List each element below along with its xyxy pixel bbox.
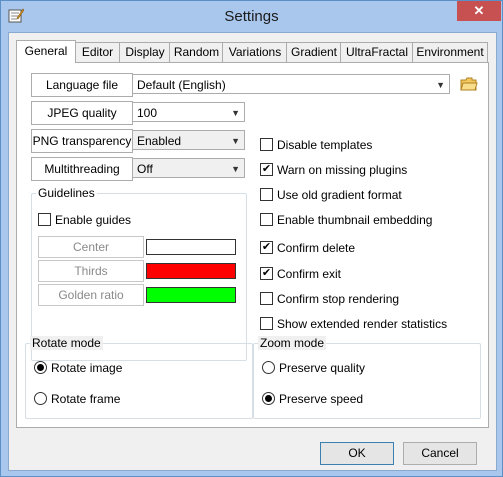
rotate-mode-title: Rotate mode [30,336,103,350]
window-title: Settings [224,8,279,25]
golden-ratio-color-label: Golden ratio [38,284,144,306]
tab-general[interactable]: General [16,40,76,63]
zoom-mode-group: Zoom mode Preserve quality Preserve spee… [253,336,481,419]
preserve-quality-radio[interactable]: Preserve quality [262,360,365,376]
settings-window: Settings ✕ General Editor Display Random… [0,0,503,477]
tab-ultrafractal[interactable]: UltraFractal [340,42,414,62]
preserve-speed-label: Preserve speed [279,392,364,406]
png-transparency-value: Enabled [137,134,182,148]
extended-render-stats-label: Show extended render statistics [277,317,448,331]
extended-render-stats-checkbox[interactable]: Show extended render statistics [260,316,447,332]
close-button[interactable]: ✕ [457,1,501,21]
preserve-speed-radio[interactable]: Preserve speed [262,391,363,407]
ok-button[interactable]: OK [320,442,394,465]
checkbox-box [260,188,273,202]
warn-missing-plugins-label: Warn on missing plugins [277,163,408,177]
thirds-color-swatch[interactable] [146,263,236,279]
golden-ratio-color-swatch[interactable] [146,287,236,303]
jpeg-quality-label: JPEG quality [31,101,133,125]
checkbox-box [260,292,273,306]
radio-dot [34,392,47,406]
confirm-stop-rendering-checkbox[interactable]: Confirm stop rendering [260,291,399,307]
checkbox-box [38,213,51,227]
chevron-down-icon: ▼ [436,80,445,90]
check-icon: ✔ [260,163,273,177]
rotate-mode-group: Rotate mode Rotate image Rotate frame [25,336,253,419]
rotate-frame-label: Rotate frame [51,392,121,406]
warn-missing-plugins-checkbox[interactable]: ✔ Warn on missing plugins [260,162,407,178]
zoom-mode-title: Zoom mode [258,336,327,350]
multithreading-select[interactable]: Off ▼ [132,158,245,178]
tab-random[interactable]: Random [169,42,224,62]
old-gradient-format-checkbox[interactable]: Use old gradient format [260,187,402,203]
multithreading-value: Off [137,162,153,176]
chevron-down-icon: ▼ [231,108,240,118]
radio-dot [262,361,275,375]
preserve-quality-label: Preserve quality [279,361,366,375]
jpeg-quality-select[interactable]: 100 ▼ [132,102,245,122]
center-color-label: Center [38,236,144,258]
tab-gradient[interactable]: Gradient [286,42,342,62]
png-transparency-label: PNG transparency [31,129,133,153]
rotate-image-radio[interactable]: Rotate image [34,360,122,376]
chevron-down-icon: ▼ [231,164,240,174]
center-color-swatch[interactable] [146,239,236,255]
confirm-delete-label: Confirm delete [277,241,356,255]
check-icon: ✔ [260,267,273,281]
language-value: Default (English) [137,78,226,92]
thumbnail-embedding-label: Enable thumbnail embedding [277,213,433,227]
tab-variations[interactable]: Variations [222,42,288,62]
tab-environment[interactable]: Environment [412,42,488,62]
old-gradient-format-label: Use old gradient format [277,188,402,202]
confirm-stop-rendering-label: Confirm stop rendering [277,292,400,306]
tab-display[interactable]: Display [119,42,171,62]
multithreading-label: Multithreading [31,157,133,181]
language-label: Language file [31,73,133,97]
png-transparency-select[interactable]: Enabled ▼ [132,130,245,150]
confirm-exit-checkbox[interactable]: ✔ Confirm exit [260,266,341,282]
thumbnail-embedding-checkbox[interactable]: Enable thumbnail embedding [260,212,432,228]
radio-dot [262,392,275,406]
enable-guides-checkbox[interactable]: Enable guides [38,212,131,228]
confirm-delete-checkbox[interactable]: ✔ Confirm delete [260,240,355,256]
checkbox-box [260,138,273,152]
jpeg-quality-value: 100 [137,106,158,120]
tab-editor[interactable]: Editor [74,42,121,62]
language-select[interactable]: Default (English) ▼ [132,74,450,94]
disable-templates-checkbox[interactable]: Disable templates [260,137,372,153]
rotate-image-label: Rotate image [51,361,123,375]
guidelines-title: Guidelines [36,186,97,200]
thirds-color-label: Thirds [38,260,144,282]
enable-guides-label: Enable guides [55,213,132,227]
dialog-client: General Editor Display Random Variations… [8,32,497,471]
check-icon: ✔ [260,241,273,255]
cancel-button[interactable]: Cancel [403,442,477,465]
radio-dot [34,361,47,375]
title-bar: Settings ✕ [1,1,502,32]
chevron-down-icon: ▼ [231,136,240,146]
folder-icon[interactable] [460,77,478,91]
checkbox-box [260,213,273,227]
confirm-exit-label: Confirm exit [277,267,342,281]
disable-templates-label: Disable templates [277,138,373,152]
rotate-frame-radio[interactable]: Rotate frame [34,391,120,407]
checkbox-box [260,317,273,331]
